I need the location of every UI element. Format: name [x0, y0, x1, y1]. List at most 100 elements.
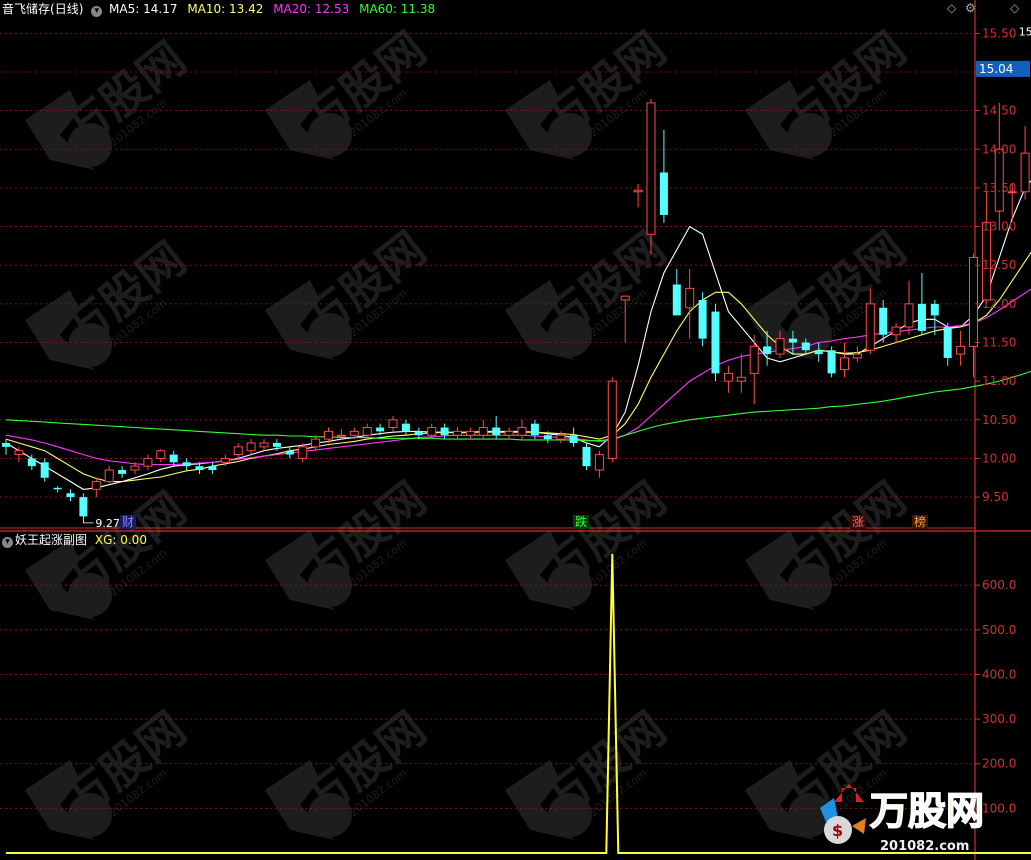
candle	[659, 129, 668, 223]
tick-label: 11.00	[982, 374, 1016, 388]
candle-body	[543, 435, 552, 440]
candle-body	[840, 357, 849, 371]
candle-body	[53, 487, 62, 490]
candle-body	[517, 427, 527, 436]
candle-body	[865, 303, 875, 351]
candle-body	[917, 303, 926, 331]
tick-label: 14.50	[982, 104, 1016, 118]
watermark	[25, 231, 196, 370]
candle-body	[220, 457, 230, 463]
brand-logo: $ 万股网 201082.com	[820, 784, 985, 854]
candle-body	[723, 372, 733, 382]
candle	[711, 303, 720, 382]
watermark	[745, 21, 916, 161]
tick-label: 12.50	[982, 258, 1016, 272]
tick-label: 10.50	[982, 413, 1016, 427]
watermark	[745, 221, 916, 360]
candle	[827, 346, 836, 378]
candle-body	[169, 454, 178, 463]
candle-body	[465, 430, 475, 436]
watermark	[505, 221, 676, 360]
candle	[981, 191, 991, 304]
candle	[208, 462, 217, 474]
high-marker: 15.58	[1019, 25, 1031, 38]
candle-body	[801, 342, 810, 351]
diamond-icon[interactable]: ◇	[1010, 1, 1019, 15]
sub-settings-icon[interactable]: ▾	[2, 537, 13, 548]
candle	[917, 272, 926, 335]
candle-body	[104, 469, 114, 483]
candle-body	[1020, 152, 1030, 193]
tick-label: 10.00	[982, 451, 1016, 465]
watermark	[505, 471, 676, 610]
candle-body	[376, 427, 385, 432]
period-label: (日线)	[50, 2, 84, 16]
watermark	[265, 21, 436, 161]
candle	[969, 253, 978, 378]
candle	[66, 489, 75, 501]
candle	[182, 458, 191, 471]
candle	[440, 423, 449, 440]
candle	[285, 446, 294, 459]
candle-body	[904, 303, 914, 328]
candle-body	[607, 380, 617, 459]
candle-body	[633, 189, 643, 193]
candle-body	[582, 446, 591, 467]
candle-body	[440, 427, 449, 436]
settings-icon[interactable]: ▾	[91, 6, 103, 17]
candle	[156, 449, 166, 463]
candle	[504, 427, 514, 440]
candle-body	[349, 430, 359, 436]
candle	[362, 423, 372, 440]
candle	[994, 102, 1004, 231]
candle	[259, 439, 269, 451]
candle-body	[749, 345, 759, 374]
candle-body	[711, 311, 720, 374]
price-axis: 15.5015.0014.5014.0013.5013.0012.5012.00…	[975, 26, 1030, 815]
candle-body	[827, 350, 836, 374]
candle-body	[2, 442, 10, 447]
candle-body	[156, 450, 166, 459]
tick-label: 13.00	[982, 220, 1016, 234]
tick-label: 200.0	[982, 757, 1016, 771]
stock-name[interactable]: 音飞储存	[2, 2, 50, 16]
candle-body	[362, 427, 372, 436]
candle	[1020, 126, 1030, 200]
candle-body	[453, 430, 462, 436]
candle	[169, 450, 178, 467]
candle-body	[478, 427, 488, 436]
last-price-label: 15.04	[979, 62, 1013, 76]
candle-body	[195, 466, 204, 471]
event-marker: 跌	[575, 514, 587, 529]
candle-body	[182, 462, 191, 467]
candle-body	[311, 438, 321, 448]
collapse-icon[interactable]: ◇	[947, 1, 956, 15]
candle-body	[272, 442, 281, 447]
candle	[2, 439, 10, 455]
candle-body	[736, 376, 746, 382]
watermark	[265, 701, 436, 840]
candle	[594, 450, 604, 478]
ma10-indicator: MA10: 13.42	[187, 2, 264, 16]
candle	[40, 458, 49, 482]
tick-label: 13.50	[982, 181, 1016, 195]
low-marker: 9.27	[95, 517, 120, 530]
gear-icon[interactable]: ⚙	[965, 1, 976, 15]
candle-body	[788, 338, 797, 343]
candle	[879, 299, 888, 343]
candle-body	[659, 172, 668, 215]
main-header: 音飞储存(日线) ▾ MA5: 14.17 MA10: 13.42 MA20: …	[2, 0, 435, 17]
ma5-indicator: MA5: 14.17	[109, 2, 178, 16]
candle	[930, 299, 939, 335]
watermark	[265, 471, 436, 610]
xg-indicator: XG: 0.00	[94, 533, 147, 547]
candle-body	[401, 423, 410, 432]
candle-body	[672, 284, 681, 316]
candle	[723, 365, 733, 393]
candle	[246, 439, 256, 455]
candle-body	[324, 430, 333, 440]
candle	[698, 292, 707, 347]
candle-body	[233, 446, 243, 456]
candle-body	[27, 458, 36, 467]
event-marker: 榜	[914, 514, 926, 529]
